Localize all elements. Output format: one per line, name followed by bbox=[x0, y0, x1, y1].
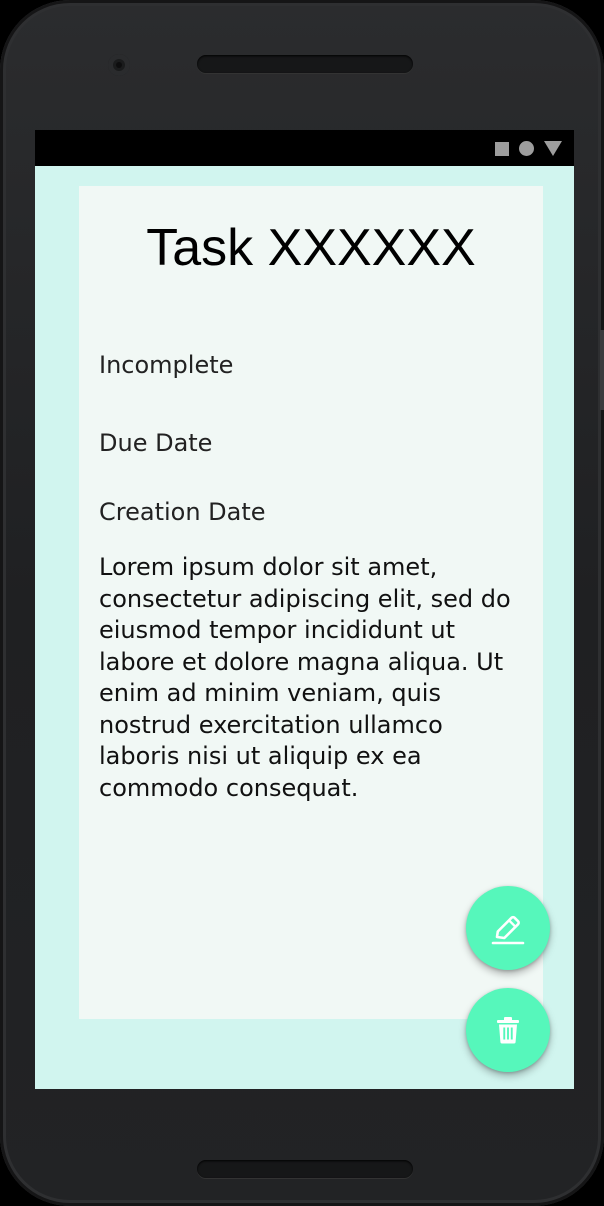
task-card: Task XXXXXX Incomplete Due Date Creation… bbox=[79, 186, 543, 1019]
triangle-icon bbox=[544, 141, 562, 156]
task-status: Incomplete bbox=[99, 351, 234, 379]
edit-button[interactable] bbox=[466, 886, 550, 970]
status-icons bbox=[495, 141, 562, 156]
power-button bbox=[600, 330, 604, 410]
app-screen: Task XXXXXX Incomplete Due Date Creation… bbox=[35, 130, 574, 1089]
creation-date-label: Creation Date bbox=[99, 498, 266, 526]
task-description: Lorem ipsum dolor sit amet, consectetur … bbox=[99, 553, 511, 802]
front-camera bbox=[108, 54, 130, 76]
task-title: Task XXXXXX bbox=[146, 219, 476, 277]
delete-button[interactable] bbox=[466, 988, 550, 1072]
stop-square-icon bbox=[495, 141, 509, 156]
due-date-label: Due Date bbox=[99, 429, 213, 457]
trash-icon bbox=[497, 1017, 519, 1044]
bottom-speaker bbox=[197, 1160, 413, 1178]
top-speaker bbox=[197, 55, 413, 73]
status-bar bbox=[35, 130, 574, 166]
phone-frame: Task XXXXXX Incomplete Due Date Creation… bbox=[0, 0, 604, 1206]
circle-icon bbox=[519, 141, 534, 156]
edit-icon bbox=[491, 915, 525, 945]
